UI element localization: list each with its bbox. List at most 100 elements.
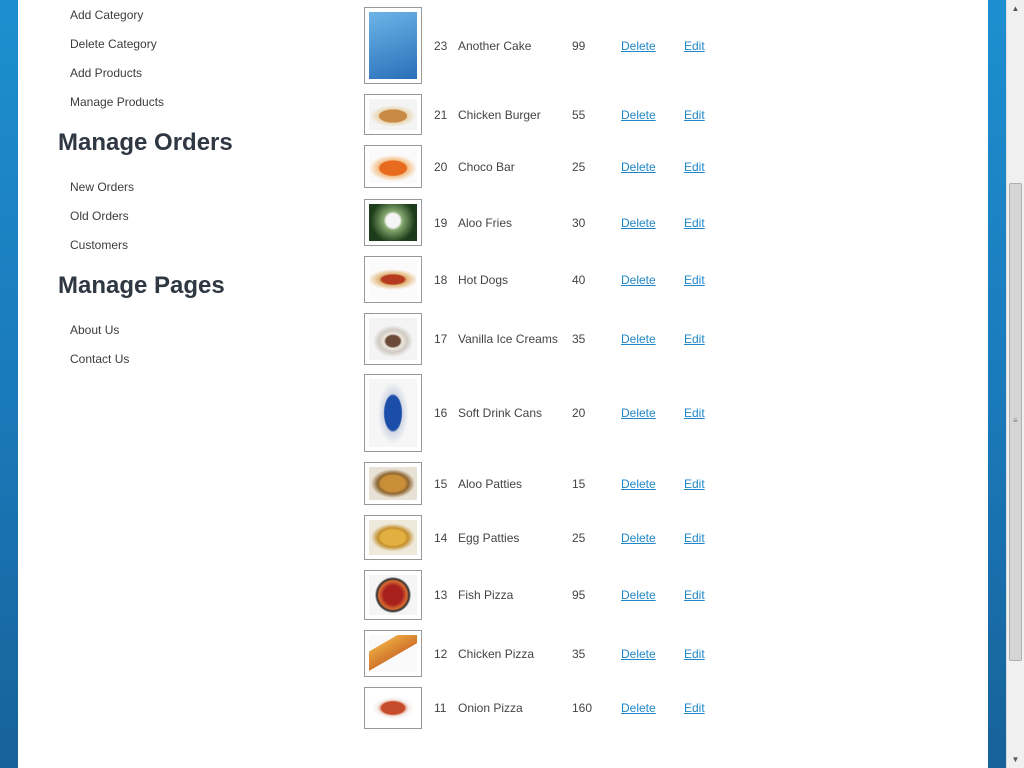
table-row: 18 Hot Dogs 40 Delete Edit bbox=[18, 256, 988, 303]
burger-image bbox=[369, 99, 417, 130]
scroll-up-arrow-icon[interactable]: ▲ bbox=[1007, 0, 1024, 17]
product-name: Soft Drink Cans bbox=[458, 406, 543, 420]
plate-pizza-image bbox=[369, 692, 417, 724]
product-id: 23 bbox=[434, 39, 448, 53]
table-row: 13 Fish Pizza 95 Delete Edit bbox=[18, 570, 988, 620]
product-price: 55 bbox=[572, 108, 586, 122]
product-name: Egg Patties bbox=[458, 531, 520, 545]
product-image bbox=[364, 374, 422, 452]
product-price: 35 bbox=[572, 332, 586, 346]
product-name: Hot Dogs bbox=[458, 273, 509, 287]
product-name: Onion Pizza bbox=[458, 701, 523, 715]
table-row: 20 Choco Bar 25 Delete Edit bbox=[18, 145, 988, 188]
book-cover-image bbox=[369, 12, 417, 79]
table-row: 16 Soft Drink Cans 20 Delete Edit bbox=[18, 374, 988, 452]
hotdog-image bbox=[369, 261, 417, 298]
product-id: 18 bbox=[434, 273, 448, 287]
edit-link[interactable]: Edit bbox=[684, 588, 705, 602]
pizza-image bbox=[369, 575, 417, 615]
product-id: 12 bbox=[434, 647, 448, 661]
product-id: 19 bbox=[434, 216, 448, 230]
table-row: 23 Another Cake 99 Delete Edit bbox=[18, 7, 988, 84]
egg-patty-image bbox=[369, 520, 417, 555]
product-name: Chicken Burger bbox=[458, 108, 541, 122]
product-name: Aloo Patties bbox=[458, 477, 523, 491]
product-image bbox=[364, 145, 422, 188]
product-id: 16 bbox=[434, 406, 448, 420]
delete-link[interactable]: Delete bbox=[621, 701, 656, 715]
scroll-down-arrow-icon[interactable]: ▼ bbox=[1007, 751, 1024, 768]
delete-link[interactable]: Delete bbox=[621, 647, 656, 661]
table-row: 12 Chicken Pizza 35 Delete Edit bbox=[18, 630, 988, 677]
product-price: 99 bbox=[572, 39, 586, 53]
product-image bbox=[364, 94, 422, 135]
product-image bbox=[364, 515, 422, 560]
scroll-grip-icon: ≡ bbox=[1013, 416, 1018, 425]
product-name: Vanilla Ice Creams bbox=[458, 332, 558, 346]
table-row: 17 Vanilla Ice Creams 35 Delete Edit bbox=[18, 313, 988, 365]
vertical-scrollbar[interactable]: ▲ ≡ ▼ bbox=[1006, 0, 1024, 768]
product-image bbox=[364, 199, 422, 246]
product-price: 25 bbox=[572, 531, 586, 545]
table-row: 15 Aloo Patties 15 Delete Edit bbox=[18, 462, 988, 505]
product-name: Choco Bar bbox=[458, 160, 515, 174]
product-id: 17 bbox=[434, 332, 448, 346]
product-price: 95 bbox=[572, 588, 586, 602]
product-id: 11 bbox=[434, 701, 447, 715]
product-image bbox=[364, 313, 422, 365]
flower-image bbox=[369, 204, 417, 241]
delete-link[interactable]: Delete bbox=[621, 216, 656, 230]
page-content: Add Category Delete Category Add Product… bbox=[18, 0, 988, 768]
edit-link[interactable]: Edit bbox=[684, 273, 705, 287]
product-name: Aloo Fries bbox=[458, 216, 513, 230]
product-name: Another Cake bbox=[458, 39, 532, 53]
ice-cream-image bbox=[369, 318, 417, 360]
edit-link[interactable]: Edit bbox=[684, 39, 705, 53]
product-image bbox=[364, 7, 422, 84]
product-image bbox=[364, 462, 422, 505]
edit-link[interactable]: Edit bbox=[684, 216, 705, 230]
edit-link[interactable]: Edit bbox=[684, 160, 705, 174]
product-id: 15 bbox=[434, 477, 448, 491]
product-price: 35 bbox=[572, 647, 586, 661]
scrollbar-thumb[interactable]: ≡ bbox=[1009, 183, 1022, 661]
product-price: 30 bbox=[572, 216, 586, 230]
table-row: 19 Aloo Fries 30 Delete Edit bbox=[18, 199, 988, 246]
delete-link[interactable]: Delete bbox=[621, 332, 656, 346]
product-price: 40 bbox=[572, 273, 586, 287]
product-price: 160 bbox=[572, 701, 593, 715]
product-price: 25 bbox=[572, 160, 586, 174]
patty-image bbox=[369, 467, 417, 500]
delete-link[interactable]: Delete bbox=[621, 108, 656, 122]
delete-link[interactable]: Delete bbox=[621, 531, 656, 545]
delete-link[interactable]: Delete bbox=[621, 588, 656, 602]
product-image bbox=[364, 630, 422, 677]
edit-link[interactable]: Edit bbox=[684, 477, 705, 491]
edit-link[interactable]: Edit bbox=[684, 108, 705, 122]
edit-link[interactable]: Edit bbox=[684, 406, 705, 420]
table-row: 14 Egg Patties 25 Delete Edit bbox=[18, 515, 988, 560]
delete-link[interactable]: Delete bbox=[621, 39, 656, 53]
product-id: 14 bbox=[434, 531, 448, 545]
pizza-slice-image bbox=[369, 635, 417, 672]
product-id: 21 bbox=[434, 108, 448, 122]
product-price: 20 bbox=[572, 406, 586, 420]
product-image bbox=[364, 570, 422, 620]
edit-link[interactable]: Edit bbox=[684, 332, 705, 346]
table-row: 21 Chicken Burger 55 Delete Edit bbox=[18, 94, 988, 135]
delete-link[interactable]: Delete bbox=[621, 406, 656, 420]
product-name: Chicken Pizza bbox=[458, 647, 535, 661]
delete-link[interactable]: Delete bbox=[621, 160, 656, 174]
edit-link[interactable]: Edit bbox=[684, 531, 705, 545]
product-id: 13 bbox=[434, 588, 448, 602]
fries-image bbox=[369, 150, 417, 183]
delete-link[interactable]: Delete bbox=[621, 273, 656, 287]
product-price: 15 bbox=[572, 477, 586, 491]
delete-link[interactable]: Delete bbox=[621, 477, 656, 491]
edit-link[interactable]: Edit bbox=[684, 701, 705, 715]
table-row: 11 Onion Pizza 160 Delete Edit bbox=[18, 687, 988, 729]
edit-link[interactable]: Edit bbox=[684, 647, 705, 661]
product-id: 20 bbox=[434, 160, 448, 174]
product-name: Fish Pizza bbox=[458, 588, 514, 602]
product-image bbox=[364, 687, 422, 729]
